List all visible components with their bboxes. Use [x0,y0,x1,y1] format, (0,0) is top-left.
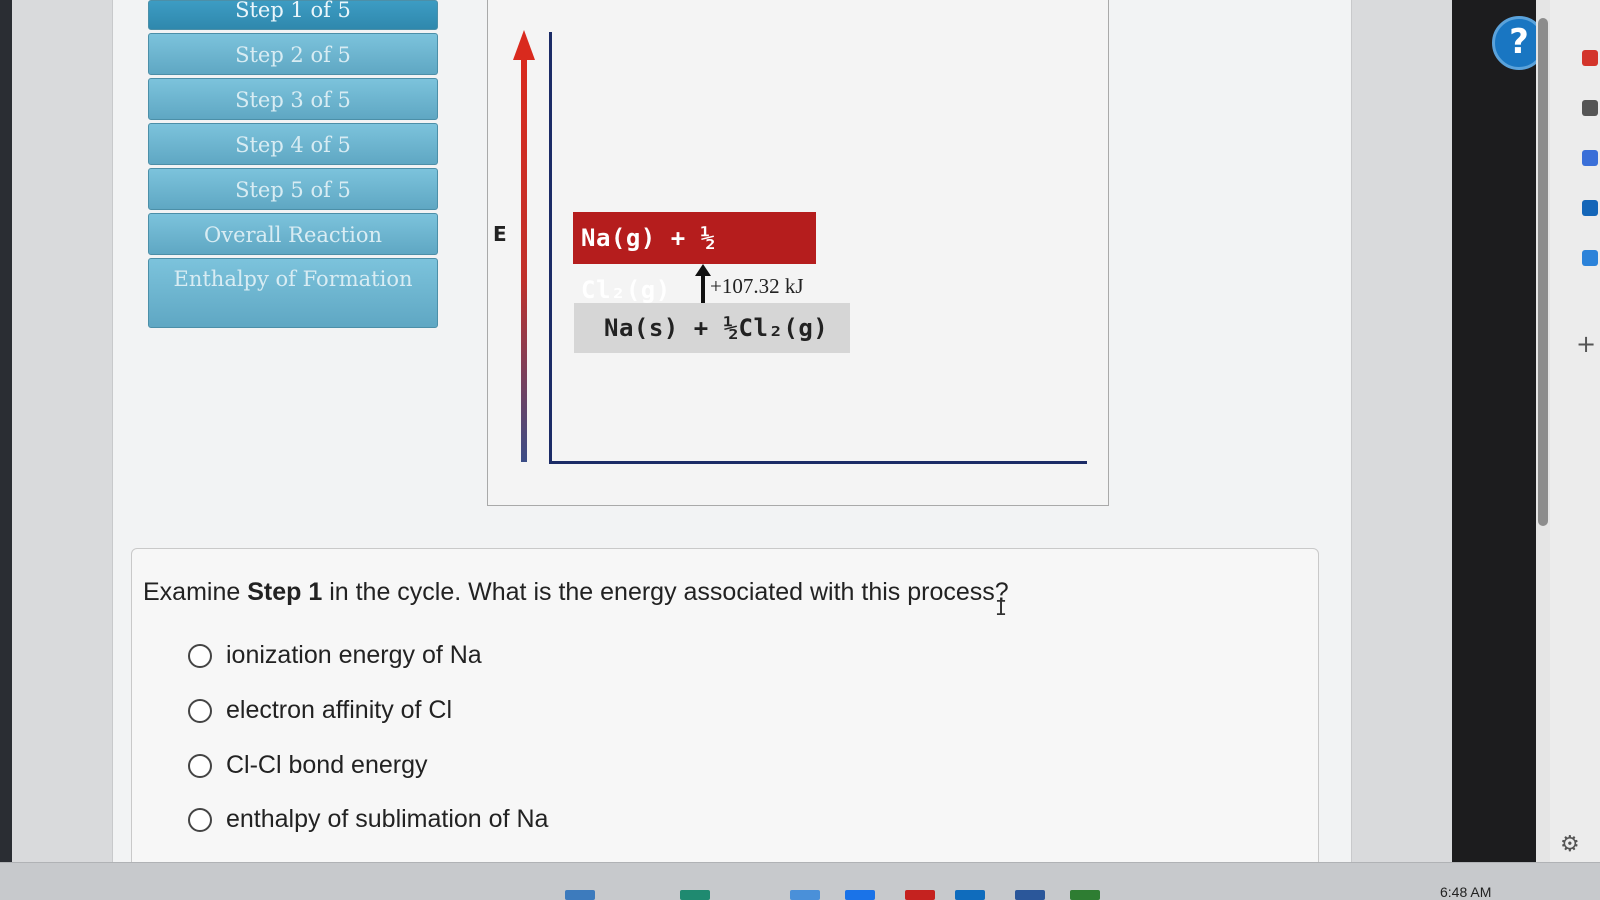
step-3-button[interactable]: Step 3 of 5 [148,78,438,120]
scrollbar-thumb[interactable] [1538,18,1548,526]
gear-icon[interactable]: ⚙ [1560,832,1580,857]
radio-button-icon[interactable] [188,698,212,723]
taskbar-app-icon[interactable] [845,890,875,900]
overall-reaction-button[interactable]: Overall Reaction [148,213,438,255]
answer-option-1[interactable]: ionization energy of Na [188,641,482,670]
energy-axis-label: E [493,222,507,246]
answer-option-label[interactable]: Cl-Cl bond energy [226,751,428,780]
radio-button-icon[interactable] [188,807,212,832]
radio-button-icon[interactable] [188,643,212,668]
answer-option-label[interactable]: electron affinity of Cl [226,696,452,725]
step-5-button[interactable]: Step 5 of 5 [148,168,438,210]
question-prefix: Examine [143,578,248,606]
left-edge-panel [0,0,12,862]
enthalpy-change-label: +107.32 kJ [710,274,804,298]
question-emphasis: Step 1 [247,578,323,606]
send-icon[interactable] [1582,250,1598,266]
taskbar-app-icon[interactable] [565,890,595,900]
taskbar-app-icon[interactable] [1070,890,1100,900]
step-navigation: Step 1 of 5 Step 2 of 5 Step 3 of 5 Step… [148,0,440,331]
energy-arrow-icon [513,30,535,462]
lower-energy-level: Na(s) + ½Cl₂(g) [574,303,850,353]
upper-energy-level: Na(g) + ½ Cl₂(g) [573,212,816,304]
lower-level-label: Na(s) + ½Cl₂(g) [604,314,829,342]
taskbar-app-icon[interactable] [955,890,985,900]
taskbar-app-icon[interactable] [680,890,710,900]
enthalpy-of-formation-button[interactable]: Enthalpy of Formation [148,258,438,328]
step-2-button[interactable]: Step 2 of 5 [148,33,438,75]
outlook-icon[interactable] [1582,200,1598,216]
step-4-button[interactable]: Step 4 of 5 [148,123,438,165]
step-1-button[interactable]: Step 1 of 5 [148,0,438,30]
answer-option-label[interactable]: enthalpy of sublimation of Na [226,805,548,834]
taskbar-app-icon[interactable] [790,890,820,900]
taskbar-app-icon[interactable] [905,890,935,900]
taskbar-app-icon[interactable] [1015,890,1045,900]
answer-option-2[interactable]: electron affinity of Cl [188,696,452,725]
copilot-icon[interactable] [1582,150,1598,166]
person-icon[interactable] [1582,100,1598,116]
radio-button-icon[interactable] [188,753,212,778]
right-dark-panel [1452,0,1544,862]
question-suffix: in the cycle. What is the energy associa… [322,578,1009,606]
question-prompt: Examine Step 1 in the cycle. What is the… [143,578,1009,607]
answer-option-3[interactable]: Cl-Cl bond energy [188,751,428,780]
answer-option-label[interactable]: ionization energy of Na [226,641,482,670]
plus-icon[interactable]: + [1576,330,1596,358]
text-cursor-icon: I [995,596,1008,620]
browser-sidebar [1550,0,1600,862]
briefcase-icon[interactable] [1582,50,1598,66]
taskbar-clock[interactable]: 6:48 AM [1440,884,1491,900]
y-axis [549,32,552,464]
answer-option-4[interactable]: enthalpy of sublimation of Na [188,805,548,834]
x-axis [549,461,1087,464]
